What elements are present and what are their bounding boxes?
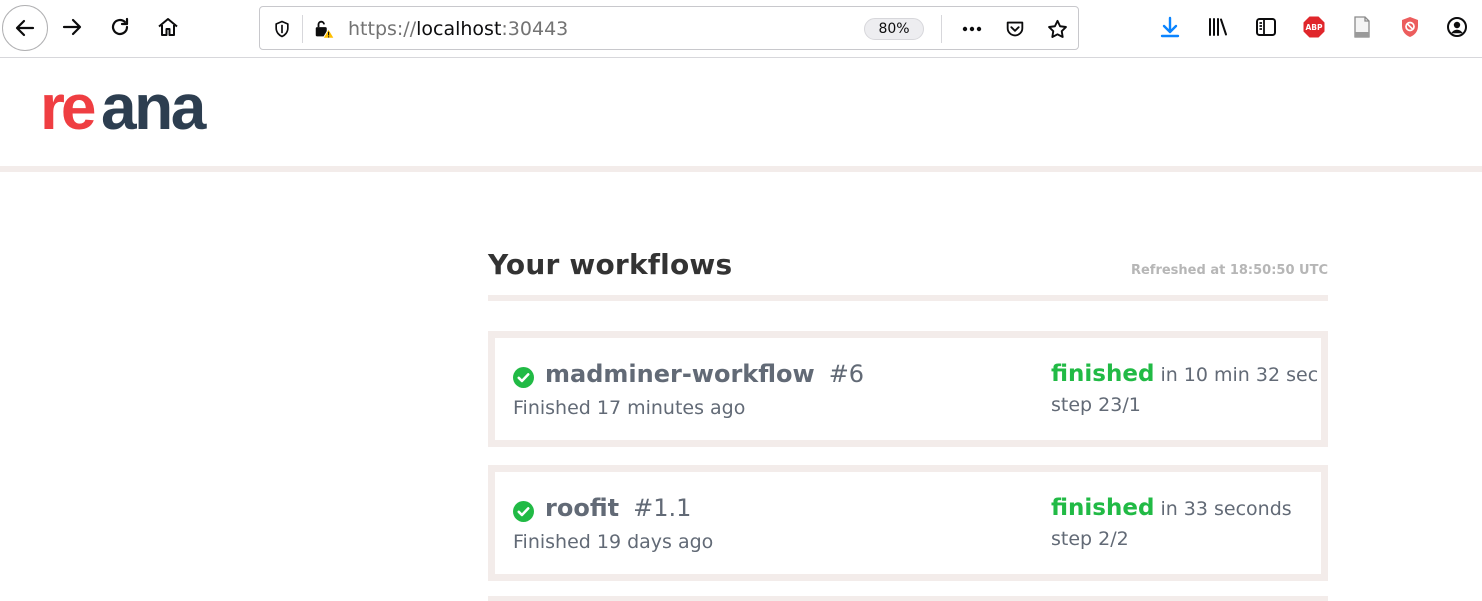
url-text[interactable]: https://localhost:30443 (348, 17, 568, 41)
sidebar-icon (1256, 18, 1276, 36)
workflow-card[interactable]: roofit #1.1 Finished 19 days ago finished… (488, 465, 1328, 581)
check-circle-icon (513, 367, 534, 388)
workflow-name[interactable]: madminer-workflow #6 (545, 360, 864, 388)
workflow-status: finished (1051, 361, 1155, 387)
adblock-plus-icon: ABP (1303, 16, 1325, 38)
check-circle-icon (513, 501, 534, 522)
browser-toolbar: https://localhost:30443 80% ABP (0, 0, 1482, 58)
page-actions-more-icon[interactable] (960, 17, 984, 41)
logo-text-rest: ana (101, 82, 207, 142)
url-host: localhost (416, 18, 502, 40)
workflow-card[interactable]: madminer-workflow #6 Finished 17 minutes … (488, 331, 1328, 447)
workflow-status-line: finished in 10 min 32 sec (1051, 361, 1318, 387)
library-button[interactable] (1198, 7, 1238, 47)
bookmark-star-icon[interactable] (1045, 17, 1069, 41)
sidebar-toggle-button[interactable] (1246, 7, 1286, 47)
reana-logo[interactable]: re ana (38, 82, 228, 142)
workflows-header: Your workflows Refreshed at 18:50:50 UTC (488, 172, 1328, 301)
tracking-shield-icon[interactable] (270, 17, 294, 41)
download-arrow-icon (1160, 16, 1180, 38)
logo-text-accent: re (40, 82, 95, 142)
account-icon (1447, 17, 1467, 37)
reload-icon (111, 17, 129, 36)
workflow-step: step 23/1 (1051, 394, 1141, 416)
workflow-step: step 2/2 (1051, 528, 1129, 550)
workflow-card-partial[interactable] (488, 596, 1328, 601)
svg-text:ABP: ABP (1305, 23, 1323, 32)
workflow-duration: in 10 min 32 sec (1160, 364, 1319, 386)
workflow-name-text: roofit (545, 494, 620, 522)
privacy-extension-button[interactable] (1390, 7, 1430, 47)
workflow-run-number: #6 (828, 360, 865, 388)
insecure-lock-warning-icon[interactable] (312, 17, 336, 41)
downloads-button[interactable] (1150, 7, 1190, 47)
adblock-plus-button[interactable]: ABP (1294, 7, 1334, 47)
refreshed-timestamp: Refreshed at 18:50:50 UTC (1130, 263, 1328, 278)
workflow-finished-ago: Finished 19 days ago (513, 531, 714, 553)
workflow-run-number: #1.1 (633, 494, 692, 522)
page-title: Your workflows (488, 248, 733, 281)
back-button[interactable] (2, 5, 48, 51)
workflow-status-line: finished in 33 seconds (1051, 495, 1292, 521)
workflow-status: finished (1051, 495, 1155, 521)
arrow-left-icon (15, 19, 35, 37)
workflow-name[interactable]: roofit #1.1 (545, 494, 691, 522)
url-port: :30443 (501, 18, 569, 40)
pocket-icon[interactable] (1003, 17, 1027, 41)
document-extension-button[interactable] (1342, 7, 1382, 47)
workflow-name-text: madminer-workflow (545, 360, 815, 388)
library-icon (1209, 18, 1227, 36)
app-header: re ana (0, 58, 1482, 172)
home-button[interactable] (148, 7, 188, 47)
url-scheme: https:// (348, 18, 417, 40)
account-button[interactable] (1437, 7, 1477, 47)
shield-block-icon (1402, 17, 1418, 37)
document-icon (1354, 16, 1370, 38)
forward-button[interactable] (52, 7, 92, 47)
zoom-level-badge[interactable]: 80% (864, 18, 924, 40)
arrow-right-icon (62, 18, 82, 36)
url-separator (941, 15, 942, 43)
url-separator (302, 15, 303, 43)
workflow-finished-ago: Finished 17 minutes ago (513, 397, 746, 419)
home-icon (158, 18, 178, 36)
reload-button[interactable] (100, 7, 140, 47)
workflow-duration: in 33 seconds (1160, 498, 1292, 520)
address-bar[interactable]: https://localhost:30443 80% (259, 6, 1079, 50)
